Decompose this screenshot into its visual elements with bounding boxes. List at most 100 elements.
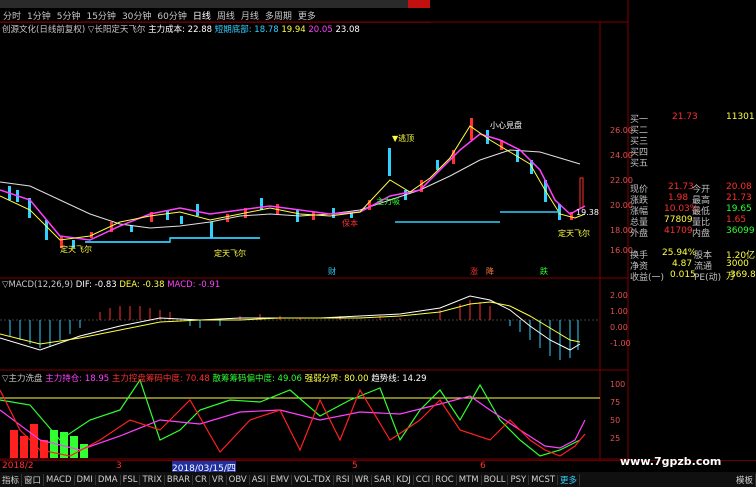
tab-11[interactable]: ASI	[250, 474, 269, 485]
date-label: 5	[352, 461, 358, 471]
tab-4[interactable]: DMA	[96, 474, 121, 485]
tab-3[interactable]: DMI	[75, 474, 96, 485]
stat-row: 换手 25.94% 股本 1.20亿	[630, 248, 756, 261]
marker-zhang[interactable]: 涨	[470, 266, 478, 277]
third-magenta	[0, 395, 586, 451]
candles-main	[8, 118, 584, 248]
macd-ytick: -1.00	[610, 339, 631, 348]
stat-row: 外盘 41709 内盘 36099	[630, 226, 755, 239]
tab-5[interactable]: FSL	[121, 474, 141, 485]
bid-row: 买五	[630, 159, 649, 169]
chip-bar	[40, 440, 48, 458]
tab-16[interactable]: SAR	[372, 474, 395, 485]
tab-24[interactable]: 更多	[558, 473, 581, 486]
tab-7[interactable]: BRAR	[165, 474, 194, 485]
tab-15[interactable]: WR	[353, 474, 372, 485]
macd-dea	[0, 301, 581, 345]
cost-value: 22.88	[187, 25, 213, 35]
third-ytick: 100	[610, 380, 626, 389]
tab-14[interactable]: RSI	[334, 474, 353, 485]
macd-dif	[0, 295, 581, 351]
candle	[180, 216, 183, 224]
tab-12[interactable]: EMV	[268, 474, 292, 485]
short-v4: 23.08	[335, 25, 360, 35]
marker-cai[interactable]: 财	[328, 266, 336, 277]
tab-25[interactable]: 模板	[734, 473, 756, 486]
bid-row: 买二	[630, 126, 649, 136]
ma-yellow	[0, 125, 586, 241]
candle	[579, 177, 584, 209]
bid-row: 买三	[630, 137, 649, 147]
tab-17[interactable]: KDJ	[394, 474, 414, 485]
anno-bottom2: 定天飞尔	[214, 249, 246, 258]
date-label: 3	[116, 461, 122, 471]
stat-row: 涨幅 10.03% 最低 19.65	[630, 204, 752, 217]
candle	[130, 226, 133, 232]
third-d: 强弱分界: 80.00	[304, 374, 369, 384]
stat-row: 收益(一) 0.015 PE(动) 369.8	[630, 270, 756, 283]
tab-20[interactable]: MTM	[457, 474, 482, 485]
tab-23[interactable]: MCST	[529, 474, 559, 485]
date-label: 6	[480, 461, 486, 471]
candle	[260, 198, 263, 210]
indicator-name[interactable]: ▽长阳定天飞尔	[88, 25, 146, 35]
candle	[166, 210, 169, 220]
candle	[436, 160, 439, 170]
chip-bar	[10, 430, 18, 458]
macd-dif-value: DIF: -0.83	[75, 280, 117, 290]
third-ytick: 50	[610, 416, 621, 425]
tab-22[interactable]: PSY	[508, 474, 530, 485]
third-c: 散筹筹码偏中度: 49.06	[212, 374, 302, 384]
candle	[45, 220, 48, 240]
macd-title: ▽MACD(12,26,9) DIF: -0.83 DEA: -0.38 MAC…	[2, 280, 220, 292]
stat-row: 现价 21.73 今开 20.08	[630, 182, 752, 195]
bid-row: 买四	[630, 148, 649, 158]
macd-label[interactable]: ▽MACD(12,26,9)	[2, 280, 73, 290]
candle	[312, 212, 315, 220]
macd-value: MACD: -0.91	[167, 280, 221, 290]
stat-row: 涨跌 1.98 最高 21.73	[630, 193, 752, 206]
anno-top: ▼逃顶	[392, 134, 415, 143]
third-title: ▽主力洗盘 主力持仓: 18.95 主力控盘筹码中度: 70.48 散筹筹码偏中…	[2, 372, 427, 384]
tab-2[interactable]: MACD	[44, 474, 75, 485]
marker-die[interactable]: 跌	[540, 266, 548, 277]
tab-9[interactable]: VR	[210, 474, 227, 485]
third-red	[0, 388, 586, 457]
date-label: 2018/2	[2, 461, 34, 471]
macd-histogram	[9, 300, 579, 360]
macd-ytick: 2.00	[610, 291, 628, 300]
tab-6[interactable]: TRIX	[140, 474, 165, 485]
tab-10[interactable]: OBV	[227, 474, 250, 485]
anno-baoben: 保本	[342, 219, 358, 228]
short-label: 短期底部:	[214, 25, 252, 35]
short-v2: 19.94	[281, 25, 306, 35]
candle	[210, 222, 213, 238]
tab-1[interactable]: 窗口	[22, 473, 45, 486]
cost-label: 主力成本:	[148, 25, 185, 35]
stat-row: 净资 4.87 流通 3000万	[630, 259, 749, 282]
tab-0[interactable]: 指标	[0, 473, 23, 486]
tab-21[interactable]: BOLL	[482, 474, 509, 485]
ma-magenta	[0, 133, 586, 241]
third-a: 主力持仓: 18.95	[45, 374, 110, 384]
anno-xiaoxin: 小心見盘	[490, 121, 522, 130]
stock-name: 创源文化(日线前复权)	[2, 25, 86, 35]
chip-bar	[80, 444, 88, 458]
anno-bottom1: 定天飞尔	[60, 245, 92, 254]
anno-zhu: 主力吸	[376, 197, 400, 206]
third-b: 主力控盘筹码中度: 70.48	[111, 374, 210, 384]
marker-jiang[interactable]: 降	[486, 266, 494, 277]
stat-row: 总量 77809 量比 1.65	[630, 215, 747, 228]
macd-dea-value: DEA: -0.38	[119, 280, 165, 290]
tab-8[interactable]: CR	[193, 474, 210, 485]
tab-18[interactable]: CCI	[414, 474, 434, 485]
third-ytick: 25	[610, 434, 621, 443]
main-title: 创源文化(日线前复权) ▽长阳定天飞尔 主力成本: 22.88 短期底部: 18…	[2, 23, 360, 35]
quote-panel: 买一 21.73 11301 买二 买三 买四 买五 现价 21.73 今开 20.08 …	[628, 110, 756, 290]
anno-bottom3: 定天飞尔	[558, 229, 590, 238]
tab-13[interactable]: VOL-TDX	[292, 474, 334, 485]
tab-19[interactable]: ROC	[433, 474, 457, 485]
candle	[196, 204, 199, 216]
third-ytick: 75	[610, 398, 621, 407]
third-label[interactable]: ▽主力洗盘	[2, 374, 43, 384]
